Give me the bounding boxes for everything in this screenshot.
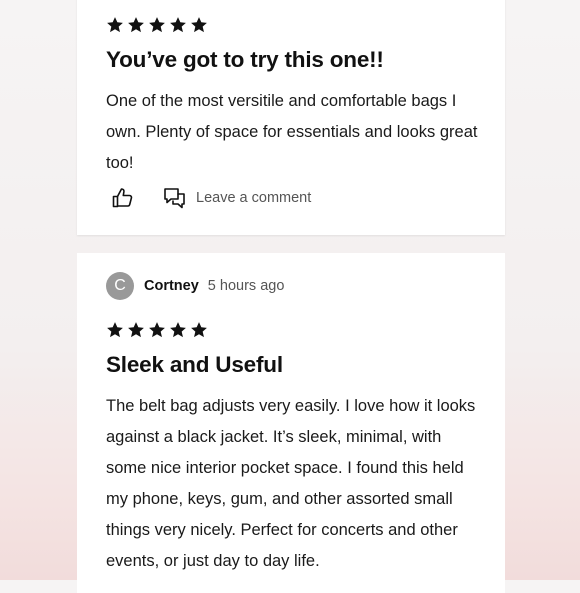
review-card: You’ve got to try this one!! One of the … [77, 0, 505, 235]
review-actions: Leave a comment [111, 186, 311, 210]
star-icon [128, 17, 144, 33]
thumbs-up-icon[interactable] [111, 186, 135, 210]
reviewer-info: C Cortney 5 hours ago [106, 272, 284, 300]
star-icon [107, 322, 123, 338]
review-body: One of the most versitile and comfortabl… [106, 92, 478, 172]
star-icon [149, 322, 165, 338]
star-icon [149, 17, 165, 33]
star-icon [128, 322, 144, 338]
reviewer-name[interactable]: Cortney [144, 278, 199, 294]
star-icon [191, 322, 207, 338]
star-icon [191, 17, 207, 33]
star-icon [107, 17, 123, 33]
comment-bubbles-icon [164, 188, 185, 209]
review-timestamp: 5 hours ago [207, 278, 285, 294]
reviews-feed: You’ve got to try this one!! One of the … [77, 0, 505, 593]
star-rating [106, 321, 208, 339]
review-body: The belt bag adjusts very easily. I love… [106, 397, 476, 570]
review-title: Sleek and Useful [106, 352, 283, 377]
star-rating [106, 16, 208, 34]
review-card: C Cortney 5 hours ago Sleek and Useful T… [77, 253, 505, 593]
leave-comment-button[interactable]: Leave a comment [163, 186, 311, 210]
star-icon [170, 17, 186, 33]
star-icon [170, 322, 186, 338]
review-title: You’ve got to try this one!! [106, 47, 384, 72]
leave-comment-label: Leave a comment [196, 190, 312, 206]
avatar[interactable]: C [106, 272, 134, 300]
